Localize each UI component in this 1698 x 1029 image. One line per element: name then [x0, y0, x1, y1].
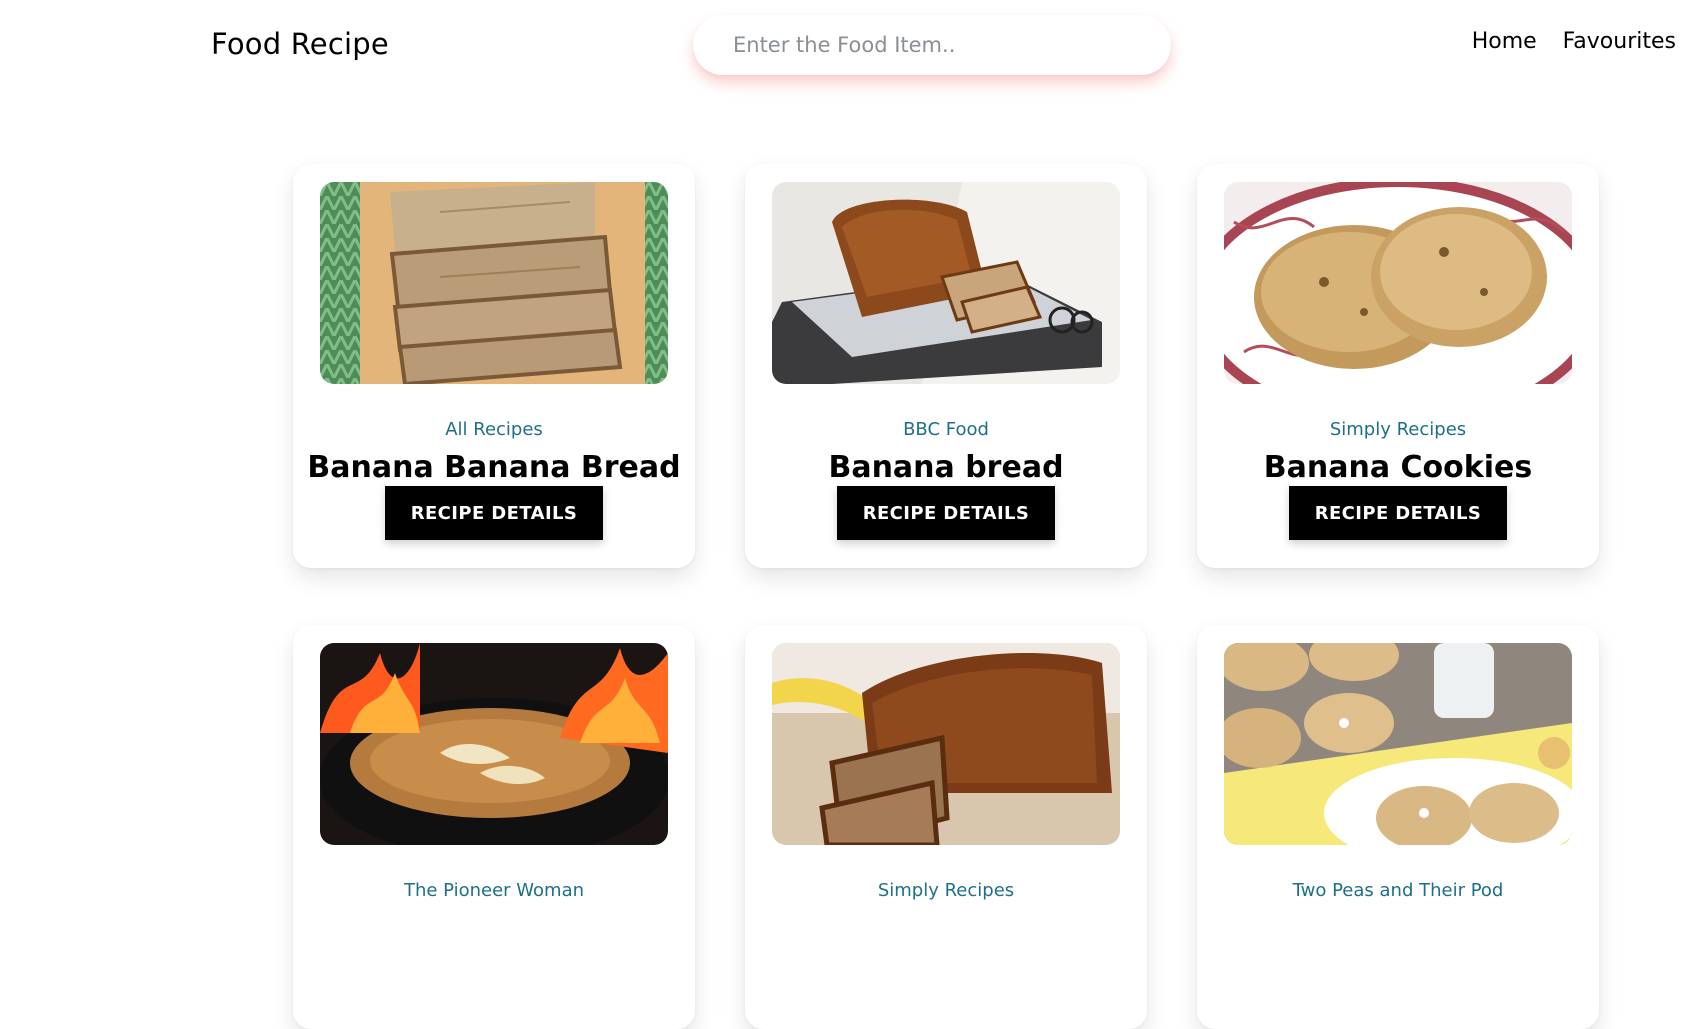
recipe-card: Simply Recipes — [745, 625, 1147, 1029]
recipe-image-banana-cookies — [1224, 182, 1572, 384]
recipe-details-button[interactable]: RECIPE DETAILS — [385, 486, 603, 540]
recipe-card: The Pioneer Woman — [293, 625, 695, 1029]
recipe-card: All Recipes Banana Banana Bread RECIPE D… — [293, 164, 695, 568]
recipe-image-flambe-skillet — [320, 643, 668, 845]
recipe-source[interactable]: The Pioneer Woman — [293, 880, 695, 901]
recipe-title: Banana Banana Bread — [307, 450, 681, 485]
recipe-title: Banana Cookies — [1263, 450, 1533, 485]
recipe-image-banana-bread-loaf — [772, 182, 1120, 384]
recipe-card: Simply Recipes Banana Cookies RECIPE DET… — [1197, 164, 1599, 568]
recipe-source[interactable]: BBC Food — [745, 419, 1147, 440]
search-bar — [693, 15, 1171, 75]
recipe-title: Banana bread — [828, 450, 1064, 485]
recipe-source[interactable]: Simply Recipes — [745, 880, 1147, 901]
top-navbar: Food Recipe Home Favourites — [0, 0, 1698, 90]
recipe-image-banana-bread-cut-loaf — [772, 643, 1120, 845]
recipe-source[interactable]: All Recipes — [293, 419, 695, 440]
recipe-image-banana-bread-slices — [320, 182, 668, 384]
brand-logo-text[interactable]: Food Recipe — [211, 27, 389, 61]
recipe-image-white-chocolate-cookies — [1224, 643, 1572, 845]
nav-link-home[interactable]: Home — [1472, 29, 1537, 54]
recipe-source[interactable]: Simply Recipes — [1197, 419, 1599, 440]
main-nav: Home Favourites — [1472, 29, 1676, 54]
search-input[interactable] — [693, 15, 1171, 75]
recipe-card: BBC Food Banana bread RECIPE DETAILS — [745, 164, 1147, 568]
nav-link-favourites[interactable]: Favourites — [1563, 29, 1676, 54]
recipe-details-button[interactable]: RECIPE DETAILS — [1289, 486, 1507, 540]
recipe-details-button[interactable]: RECIPE DETAILS — [837, 486, 1055, 540]
recipe-source[interactable]: Two Peas and Their Pod — [1197, 880, 1599, 901]
recipe-card: Two Peas and Their Pod — [1197, 625, 1599, 1029]
